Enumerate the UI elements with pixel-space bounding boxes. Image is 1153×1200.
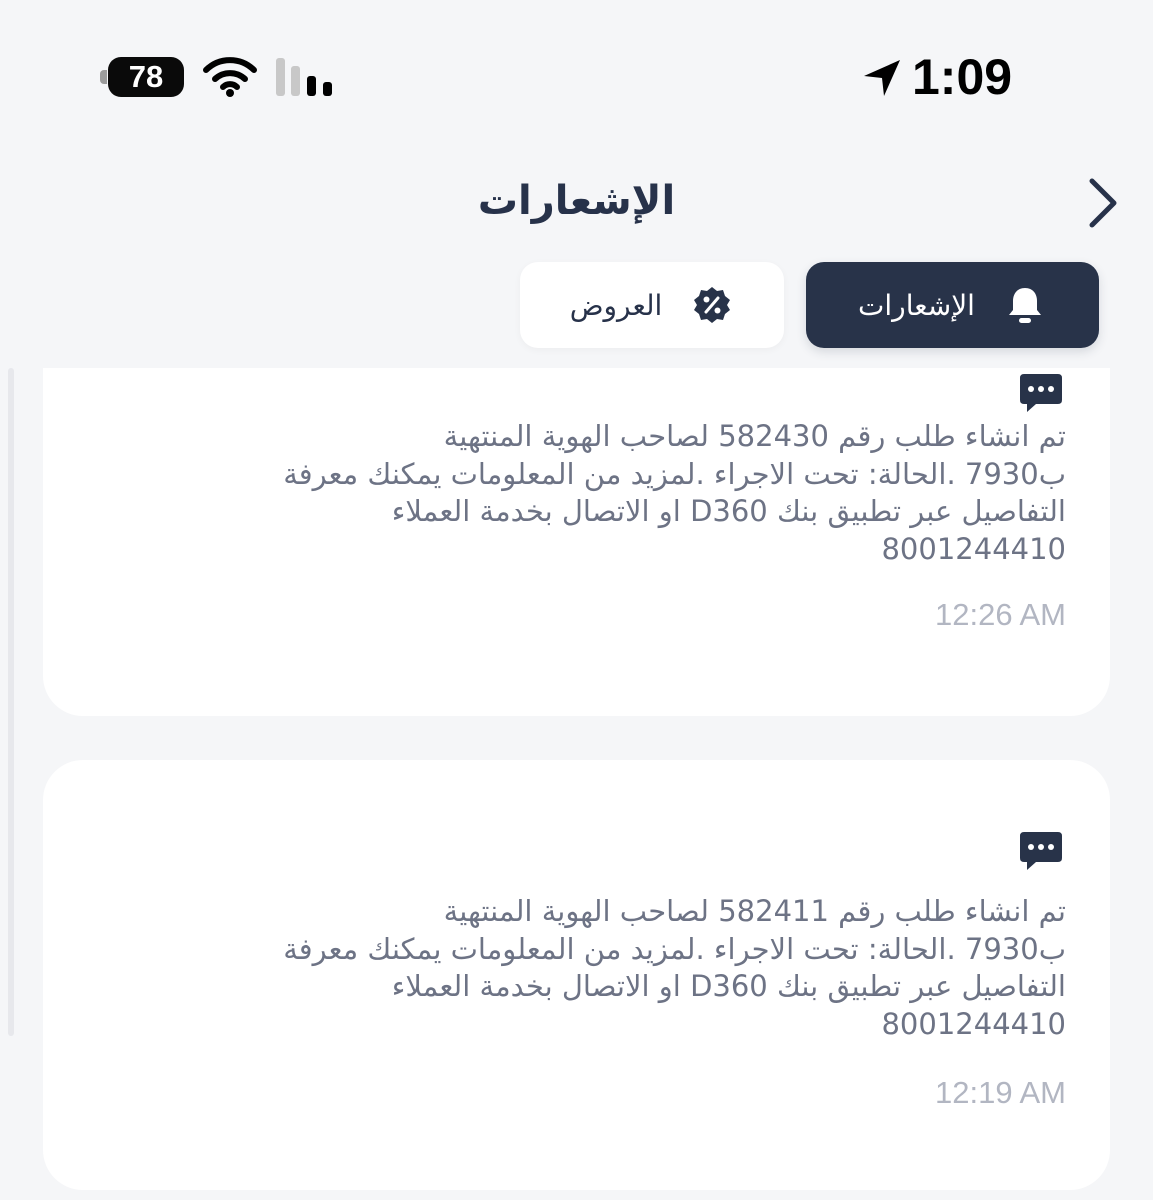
battery-level: 78	[128, 59, 164, 94]
notification-time: 12:19 AM	[935, 1075, 1066, 1110]
location-arrow-icon	[864, 60, 900, 96]
message-bubble-icon	[1020, 832, 1062, 870]
tab-notifications[interactable]: الإشعارات	[806, 262, 1099, 348]
battery-icon: 78	[100, 57, 186, 99]
notification-message: تم انشاء طلب رقم 582411 لصاحب الهوية الم…	[86, 893, 1066, 1043]
bell-icon	[1008, 288, 1041, 323]
notification-line: ب7930 .الحالة: تحت الاجراء .لمزيد من الم…	[283, 456, 1066, 491]
notification-line: التفاصيل عبر تطبيق بنك D360 او الاتصال ب…	[391, 969, 1066, 1003]
status-bar: 78 1:09	[0, 0, 1153, 160]
page-title-text: الإشعارات	[477, 178, 676, 224]
tab-offers-label: العروض	[569, 288, 663, 322]
notification-line: 8001244410	[881, 1006, 1066, 1041]
notification-message: تم انشاء طلب رقم 582430 لصاحب الهوية الم…	[86, 418, 1066, 568]
message-bubble-icon	[1020, 374, 1062, 412]
cellular-signal-icon	[276, 58, 332, 96]
notification-time: 12:26 AM	[935, 597, 1066, 632]
notification-card[interactable]: تم انشاء طلب رقم 582430 لصاحب الهوية الم…	[43, 368, 1110, 716]
tab-notifications-label: الإشعارات	[858, 288, 975, 322]
page-title: الإشعارات	[0, 178, 1153, 224]
wifi-icon	[203, 57, 257, 97]
back-button[interactable]	[1078, 175, 1130, 231]
notification-line: ب7930 .الحالة: تحت الاجراء .لمزيد من الم…	[283, 931, 1066, 966]
notification-line: تم انشاء طلب رقم 582411 لصاحب الهوية الم…	[443, 894, 1066, 928]
tab-offers[interactable]: العروض	[520, 262, 784, 348]
scrollbar[interactable]	[8, 368, 14, 1036]
status-time: 1:09	[912, 49, 1013, 105]
notification-list[interactable]: تم انشاء طلب رقم 582430 لصاحب الهوية الم…	[0, 368, 1153, 1200]
notification-line: التفاصيل عبر تطبيق بنك D360 او الاتصال ب…	[391, 494, 1066, 528]
notification-card[interactable]: تم انشاء طلب رقم 582411 لصاحب الهوية الم…	[43, 760, 1110, 1190]
discount-badge-icon	[694, 287, 731, 323]
notification-line: 8001244410	[881, 531, 1066, 566]
notification-line: تم انشاء طلب رقم 582430 لصاحب الهوية الم…	[443, 419, 1066, 453]
chevron-right-icon	[1089, 178, 1117, 228]
